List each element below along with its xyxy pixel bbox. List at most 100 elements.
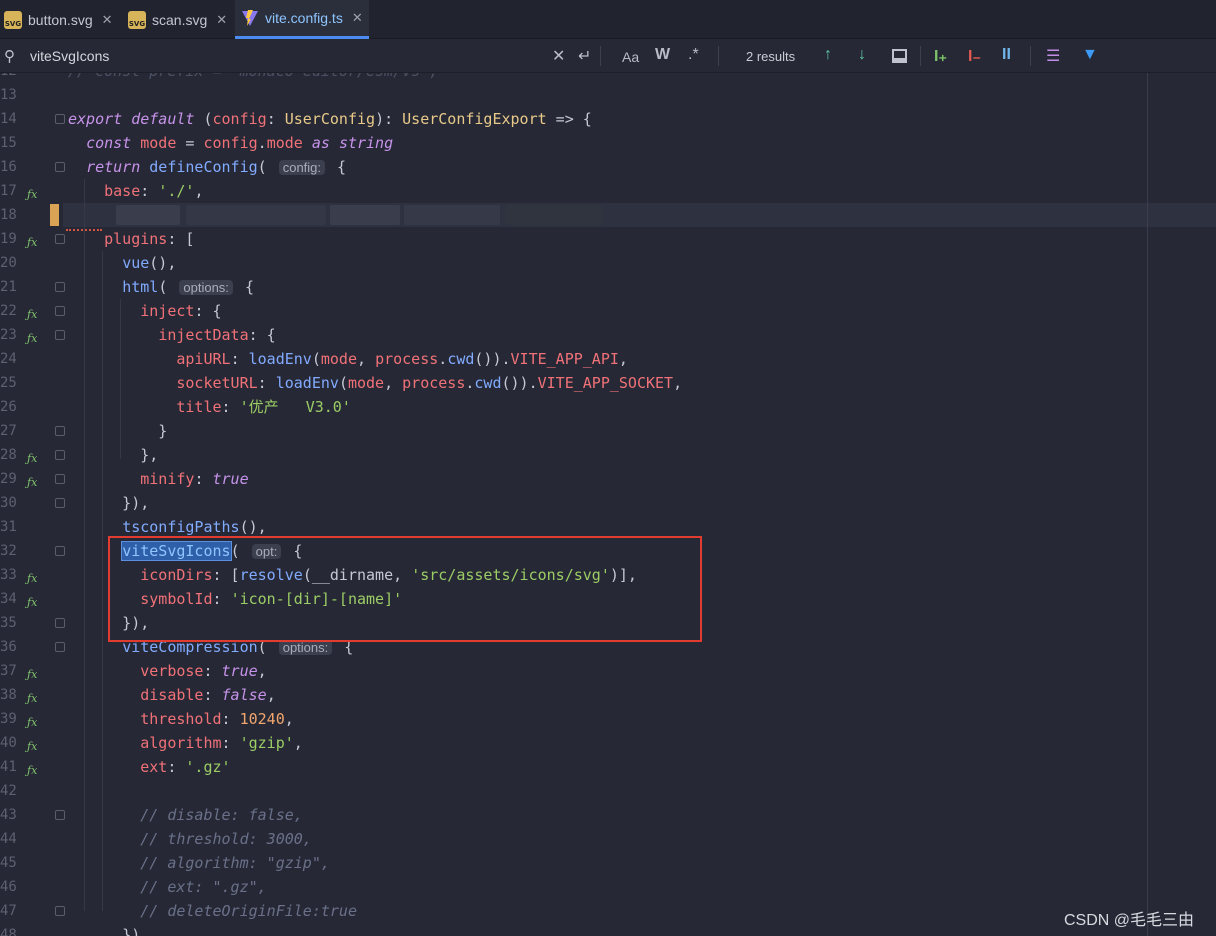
fold-icon[interactable] [55,234,65,244]
new-line-icon[interactable]: ↵ [578,46,591,66]
search-input[interactable]: viteSvgIcons [30,48,109,64]
code-line[interactable]: 48 }), [0,923,1216,936]
line-number: 30 [0,495,17,511]
line-number: 25 [0,375,17,391]
line-number: 21 [0,279,17,295]
code-line[interactable]: 22 ƒx inject: { [0,299,1216,323]
remove-occurrence-icon[interactable]: I₋ [968,46,981,66]
code-line[interactable]: 26 title: '优产 V3.0' [0,395,1216,419]
fold-icon[interactable] [55,474,65,484]
code-line[interactable]: 43 // disable: false, [0,803,1216,827]
line-number: 40 [0,735,17,751]
fold-icon[interactable] [55,810,65,820]
fold-icon[interactable] [55,906,65,916]
code-line[interactable]: 47 // deleteOriginFile:true [0,899,1216,923]
fold-icon[interactable] [55,450,65,460]
line-number: 32 [0,543,17,559]
code-line[interactable]: 12 // const prefix = `monaco-editor/esm/v… [0,73,1216,83]
fold-icon[interactable] [55,162,65,172]
svg-file-icon: SVG [4,10,22,29]
code-line[interactable]: 29 ƒx minify: true [0,467,1216,491]
line-number: 13 [0,87,17,103]
line-number: 16 [0,159,17,175]
code-text: // disable: false, [68,806,303,824]
code-line[interactable]: 46 // ext: ".gz", [0,875,1216,899]
fold-icon[interactable] [55,114,65,124]
code-line[interactable]: 20 vue(), [0,251,1216,275]
clear-search-icon[interactable]: ✕ [552,46,565,66]
line-number: 35 [0,615,17,631]
code-line[interactable]: 37 ƒx verbose: true, [0,659,1216,683]
code-line[interactable]: 42 [0,779,1216,803]
tab-vite-config[interactable]: vite.config.ts ✕ [235,0,369,39]
regex-button[interactable]: .* [688,46,699,64]
match-case-button[interactable]: Aa [622,49,639,65]
code-text: minify: true [140,470,249,488]
code-text: threshold: 10240, [140,710,294,728]
code-line[interactable]: 19 ƒx plugins: [ [0,227,1216,251]
select-all-occurrences-icon[interactable] [892,49,907,63]
fold-icon[interactable] [55,426,65,436]
code-text: } [68,422,168,440]
code-line[interactable]: 23 ƒx injectData: { [0,323,1216,347]
code-text: return defineConfig( config: { [86,158,347,176]
tab-label: vite.config.ts [265,10,343,26]
code-line[interactable]: 44 // threshold: 3000, [0,827,1216,851]
add-occurrence-icon[interactable]: I₊ [934,46,947,66]
line-number: 47 [0,903,17,919]
code-line[interactable]: 38 ƒx disable: false, [0,683,1216,707]
code-line[interactable]: 45 // algorithm: "gzip", [0,851,1216,875]
line-number: 45 [0,855,17,871]
code-line[interactable]: 25 socketURL: loadEnv(mode, process.cwd(… [0,371,1216,395]
fold-icon[interactable] [55,282,65,292]
code-line[interactable]: 41 ƒx ext: '.gz' [0,755,1216,779]
code-line[interactable]: 40 ƒx algorithm: 'gzip', [0,731,1216,755]
code-line[interactable]: 27 } [0,419,1216,443]
line-number: 23 [0,327,17,343]
select-all-carets-icon[interactable]: II [1002,46,1011,64]
fold-icon[interactable] [55,546,65,556]
code-line[interactable]: 16 return defineConfig( config: { [0,155,1216,179]
line-number: 24 [0,351,17,367]
tab-button-svg[interactable]: SVG button.svg ✕ [4,0,113,39]
filter-lines-icon[interactable]: ☰ [1046,46,1060,66]
next-occurrence-icon[interactable]: ↓ [858,46,866,64]
line-number: 48 [0,927,17,936]
fold-icon[interactable] [55,330,65,340]
close-icon[interactable]: ✕ [102,12,113,28]
code-line[interactable]: 28 ƒx }, [0,443,1216,467]
line-number: 17 [0,183,17,199]
line-number: 29 [0,471,17,487]
code-editor[interactable]: 12 // const prefix = `monaco-editor/esm/v… [0,73,1216,936]
code-text: title: '优产 V3.0' [176,398,351,416]
whole-word-button[interactable]: W [655,46,670,64]
line-number: 18 [0,207,17,223]
line-number: 19 [0,231,17,247]
code-line[interactable]: 13 [0,83,1216,107]
code-line[interactable]: 17 ƒx base: './', [0,179,1216,203]
code-text: plugins: [ [104,230,195,248]
tab-scan-svg[interactable]: SVG scan.svg ✕ [128,0,227,39]
filter-icon[interactable]: ▼ [1082,46,1098,64]
code-text: apiURL: loadEnv(mode, process.cwd()).VIT… [176,350,628,368]
search-icon[interactable]: ⚲ [4,47,15,65]
fold-icon[interactable] [55,618,65,628]
code-line[interactable]: 39 ƒx threshold: 10240, [0,707,1216,731]
fold-icon[interactable] [55,642,65,652]
code-text: const mode = config.mode as string [86,134,394,152]
fold-icon[interactable] [55,306,65,316]
code-line[interactable]: 18 [0,203,1216,227]
code-line[interactable]: 14 export default (config: UserConfig): U… [0,107,1216,131]
code-text: base: './', [104,182,204,200]
code-text: verbose: true, [140,662,267,680]
code-line[interactable]: 15 const mode = config.mode as string [0,131,1216,155]
close-icon[interactable]: ✕ [216,12,227,28]
code-line[interactable]: 30 }), [0,491,1216,515]
line-number: 43 [0,807,17,823]
previous-occurrence-icon[interactable]: ↑ [824,46,832,64]
tab-label: scan.svg [152,11,208,28]
close-icon[interactable]: ✕ [352,10,363,26]
code-line[interactable]: 24 apiURL: loadEnv(mode, process.cwd()).… [0,347,1216,371]
code-line[interactable]: 21 html( options: { [0,275,1216,299]
fold-icon[interactable] [55,498,65,508]
